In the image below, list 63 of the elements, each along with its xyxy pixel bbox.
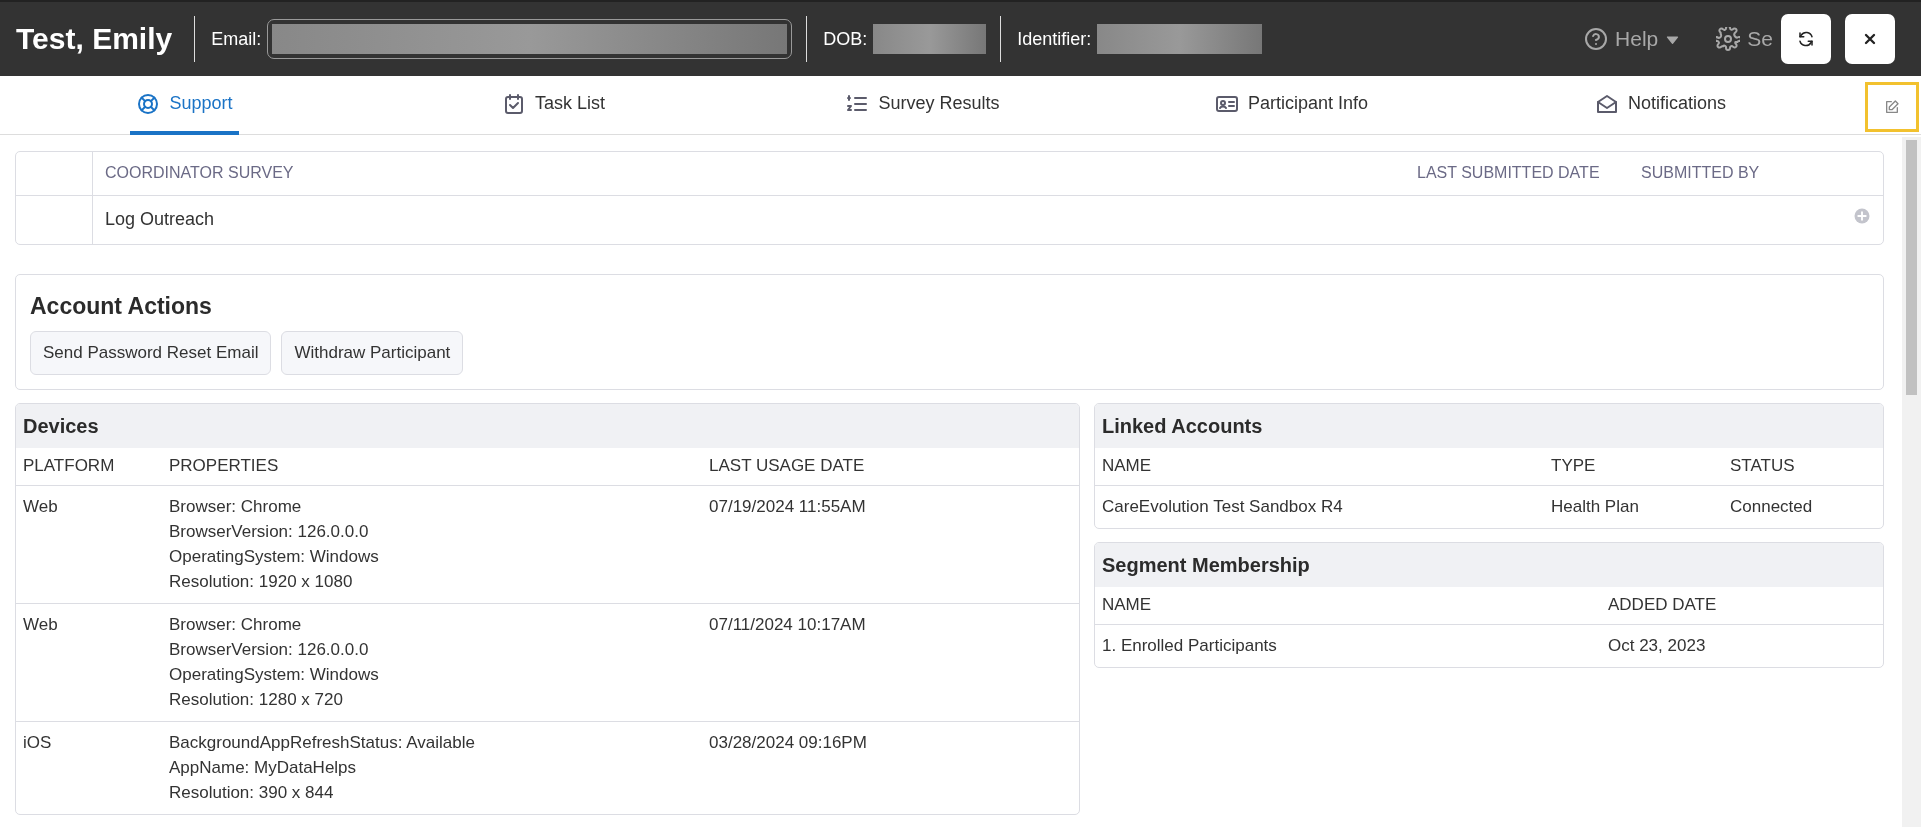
property-text: Browser: Chrome <box>169 614 303 636</box>
scrollbar[interactable] <box>1902 137 1921 827</box>
tab[interactable]: Task List <box>496 76 611 135</box>
column-header: LAST USAGE DATE <box>702 448 1079 486</box>
column-header: PROPERTIES <box>162 448 702 486</box>
calendar-check-icon <box>502 91 526 116</box>
column-header: LAST SUBMITTED DATE <box>1405 152 1629 196</box>
menu-text: Se <box>1747 27 1773 51</box>
participant-name: Test, Emily <box>16 22 173 56</box>
close-button[interactable] <box>1845 14 1895 64</box>
property-text: OperatingSystem: Windows <box>169 546 380 568</box>
field-label: Email: <box>211 28 262 50</box>
section-title: Linked Accounts <box>1095 404 1883 448</box>
property-text: Resolution: 390 x 844 <box>169 782 335 804</box>
field-label: DOB: <box>823 28 868 50</box>
property-text: Browser: Chrome <box>169 496 303 518</box>
lifebuoy-icon <box>136 91 161 116</box>
action-button[interactable]: Send Password Reset Email <box>30 331 272 375</box>
tab[interactable]: Notifications <box>1588 76 1732 135</box>
refresh-icon <box>1797 30 1815 48</box>
table-cell: 1. Enrolled Participants <box>1095 624 1601 667</box>
table-cell: iOS <box>16 721 162 814</box>
table-cell: Web <box>16 603 162 722</box>
help-circle-icon <box>1584 27 1609 51</box>
column-header: NAME <box>1095 587 1601 625</box>
tab[interactable]: Participant Info <box>1208 76 1375 135</box>
table-cell: 07/19/2024 11:55AM <box>702 485 1079 604</box>
table-cell: 03/28/2024 09:16PM <box>702 721 1079 814</box>
table-cell: CareEvolution Test Sandbox R4 <box>1095 485 1544 528</box>
property-text: Resolution: 1280 x 720 <box>169 689 344 711</box>
tab[interactable]: Support <box>130 76 239 135</box>
property-text: Resolution: 1920 x 1080 <box>169 571 354 593</box>
field-label: Identifier: <box>1017 28 1092 50</box>
action-button[interactable]: Withdraw Participant <box>281 331 464 375</box>
close-icon <box>1862 31 1878 47</box>
column-header: SUBMITTED BY <box>1629 152 1883 196</box>
edit-icon <box>1884 99 1900 115</box>
menu-text: Help <box>1615 27 1659 51</box>
column-header: COORDINATOR SURVEY <box>92 152 1405 196</box>
property-text: BrowserVersion: 126.0.0.0 <box>169 639 370 661</box>
refresh-button[interactable] <box>1781 14 1831 64</box>
tab[interactable]: Survey Results <box>839 76 1006 135</box>
column-header: ADDED DATE <box>1601 587 1883 625</box>
section-title: Segment Membership <box>1095 543 1883 587</box>
column-header: STATUS <box>1723 448 1883 486</box>
table-cell: Log Outreach <box>92 195 1405 244</box>
edit-button[interactable] <box>1865 82 1919 132</box>
property-text: AppName: MyDataHelps <box>169 757 358 779</box>
property-text: BrowserVersion: 126.0.0.0 <box>169 521 370 543</box>
table-cell: Health Plan <box>1544 485 1723 528</box>
section-title: Devices <box>16 404 1079 448</box>
property-text: BackgroundAppRefreshStatus: Available <box>169 732 476 754</box>
column-header: PLATFORM <box>16 448 162 486</box>
add-circle-icon[interactable] <box>1853 207 1871 225</box>
property-text: OperatingSystem: Windows <box>169 664 380 686</box>
table-cell: 07/11/2024 10:17AM <box>702 603 1079 722</box>
column-header: TYPE <box>1544 448 1723 486</box>
section-title: Account Actions <box>30 293 213 320</box>
settings-icon <box>1716 27 1741 51</box>
table-cell: Oct 23, 2023 <box>1601 624 1883 667</box>
table-cell: Connected <box>1723 485 1883 528</box>
column-header: NAME <box>1095 448 1544 486</box>
table-cell: Web <box>16 485 162 604</box>
